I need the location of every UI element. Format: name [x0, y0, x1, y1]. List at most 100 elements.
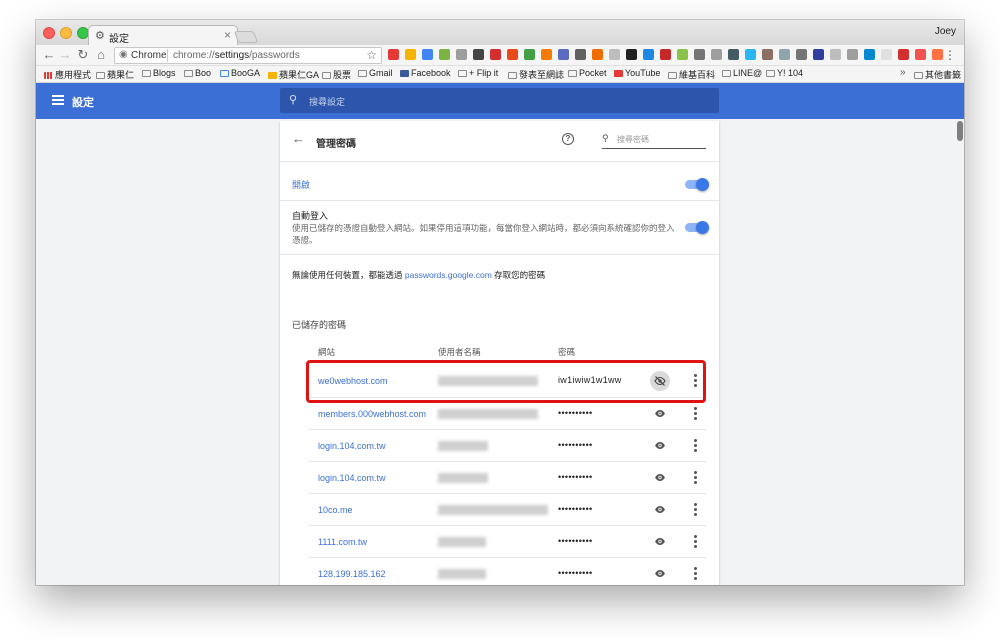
password-site[interactable]: login.104.com.tw — [318, 473, 386, 483]
extension-icon[interactable] — [915, 49, 926, 60]
extension-icon[interactable] — [745, 49, 756, 60]
back-arrow-icon[interactable]: ← — [292, 131, 305, 146]
browser-window: ⚙ 設定 × Joey ← → ↻ ⌂ ◉ Chrome chrome://se… — [36, 20, 964, 585]
more-actions-icon[interactable] — [692, 407, 698, 422]
extension-icon[interactable] — [507, 49, 518, 60]
bookmark-apps[interactable]: 應用程式 — [44, 68, 91, 81]
extension-icon[interactable] — [541, 49, 552, 60]
extension-icon[interactable] — [796, 49, 807, 60]
bookmark-item[interactable]: 維基百科 — [668, 68, 715, 81]
password-row: 128.199.185.162 •••••••••• — [308, 557, 706, 585]
new-tab-button[interactable] — [233, 31, 259, 43]
show-password-icon[interactable] — [650, 436, 670, 456]
extension-icon[interactable] — [422, 49, 433, 60]
more-actions-icon[interactable] — [692, 471, 698, 486]
page-icon — [568, 70, 577, 77]
back-arrow-icon[interactable]: ← — [42, 47, 56, 63]
bookmark-item[interactable]: 蘋果仁 — [96, 68, 134, 81]
passwords-google-link[interactable]: passwords.google.com — [405, 270, 492, 280]
extension-icon[interactable] — [847, 49, 858, 60]
extension-icon[interactable] — [592, 49, 603, 60]
extension-icon[interactable] — [575, 49, 586, 60]
bookmark-item[interactable]: Blogs — [142, 68, 176, 78]
more-actions-icon[interactable] — [692, 567, 698, 582]
extension-icon[interactable] — [660, 49, 671, 60]
extension-icon[interactable] — [677, 49, 688, 60]
bookmark-item[interactable]: 發表至網誌 — [508, 68, 564, 81]
extension-icon[interactable] — [456, 49, 467, 60]
password-site[interactable]: members.000webhost.com — [318, 409, 426, 419]
extension-icon[interactable] — [473, 49, 484, 60]
show-password-icon[interactable] — [650, 468, 670, 488]
reload-icon[interactable]: ↻ — [76, 47, 90, 63]
extension-icon[interactable] — [762, 49, 773, 60]
more-actions-icon[interactable] — [692, 535, 698, 550]
address-bar[interactable]: ◉ Chrome chrome://settings/passwords ☆ — [114, 47, 382, 64]
extension-icon[interactable] — [388, 49, 399, 60]
chrome-icon: ◉ — [119, 49, 128, 60]
extension-icon[interactable] — [626, 49, 637, 60]
bookmarks-overflow-button[interactable]: » — [900, 67, 906, 78]
bookmark-item[interactable]: Boo — [184, 68, 211, 78]
extension-icon[interactable] — [609, 49, 620, 60]
password-site[interactable]: 10co.me — [318, 505, 353, 515]
bookmark-item[interactable]: Gmail — [358, 68, 393, 78]
extension-icon[interactable] — [728, 49, 739, 60]
tab-settings[interactable]: ⚙ 設定 × — [88, 25, 238, 45]
bookmark-item[interactable]: Y! 104 — [766, 68, 803, 78]
save-passwords-toggle[interactable] — [685, 178, 709, 191]
settings-header: 設定 ⚲ 搜尋設定 — [36, 83, 964, 119]
profile-name[interactable]: Joey — [935, 26, 956, 37]
extension-icon[interactable] — [524, 49, 535, 60]
extension-icon[interactable] — [779, 49, 790, 60]
bookmark-item[interactable]: YouTube — [614, 68, 660, 78]
extension-icon[interactable] — [490, 49, 501, 60]
help-icon[interactable]: ? — [562, 133, 574, 145]
bookmark-item[interactable]: 股票 — [322, 68, 351, 81]
bookmark-item[interactable]: Facebook — [400, 68, 451, 78]
extension-icon[interactable] — [813, 49, 824, 60]
bookmark-star-icon[interactable]: ☆ — [366, 48, 377, 62]
bookmark-label: Y! 104 — [777, 68, 804, 78]
show-password-icon[interactable] — [650, 500, 670, 520]
show-password-icon[interactable] — [650, 564, 670, 584]
extension-icon[interactable] — [405, 49, 416, 60]
bookmark-item[interactable]: BooGA — [220, 68, 260, 78]
more-actions-icon[interactable] — [692, 503, 698, 518]
password-site[interactable]: 1111.com.tw — [318, 537, 367, 547]
tab-close-icon[interactable]: × — [224, 28, 231, 42]
autosignin-toggle[interactable] — [685, 221, 709, 234]
extension-icon[interactable] — [830, 49, 841, 60]
other-bookmarks[interactable]: 其他書籤 — [914, 68, 961, 81]
close-window-button[interactable] — [43, 27, 55, 39]
extension-icon[interactable] — [864, 49, 875, 60]
chrome-menu-icon[interactable]: ⋮ — [944, 48, 956, 62]
password-site[interactable]: 128.199.185.162 — [318, 569, 386, 579]
forward-arrow-icon[interactable]: → — [58, 47, 72, 63]
bookmark-label: 股票 — [333, 70, 352, 80]
page-icon — [458, 70, 467, 77]
bookmark-item[interactable]: + Flip it — [458, 68, 498, 78]
password-search-input[interactable]: ⚲ 搜尋密碼 — [602, 131, 706, 149]
home-icon[interactable]: ⌂ — [94, 47, 108, 63]
extension-icon[interactable] — [711, 49, 722, 60]
extension-icon[interactable] — [558, 49, 569, 60]
bookmark-item[interactable]: LINE@ — [722, 68, 762, 78]
page-scrollbar[interactable] — [957, 121, 963, 141]
extension-icon[interactable] — [881, 49, 892, 60]
settings-search-input[interactable]: ⚲ 搜尋設定 — [280, 88, 719, 113]
extension-icon[interactable] — [439, 49, 450, 60]
minimize-window-button[interactable] — [60, 27, 72, 39]
extension-icon[interactable] — [932, 49, 943, 60]
show-password-icon[interactable] — [650, 532, 670, 552]
more-actions-icon[interactable] — [692, 439, 698, 454]
extension-icon[interactable] — [898, 49, 909, 60]
bookmark-item[interactable]: 蘋果仁GA — [268, 68, 319, 81]
password-site[interactable]: login.104.com.tw — [318, 441, 386, 451]
extension-icon[interactable] — [694, 49, 705, 60]
bookmark-item[interactable]: Pocket — [568, 68, 607, 78]
folder-icon — [358, 70, 367, 77]
show-password-icon[interactable] — [650, 404, 670, 424]
extension-icon[interactable] — [643, 49, 654, 60]
hamburger-menu-icon[interactable] — [52, 95, 64, 105]
